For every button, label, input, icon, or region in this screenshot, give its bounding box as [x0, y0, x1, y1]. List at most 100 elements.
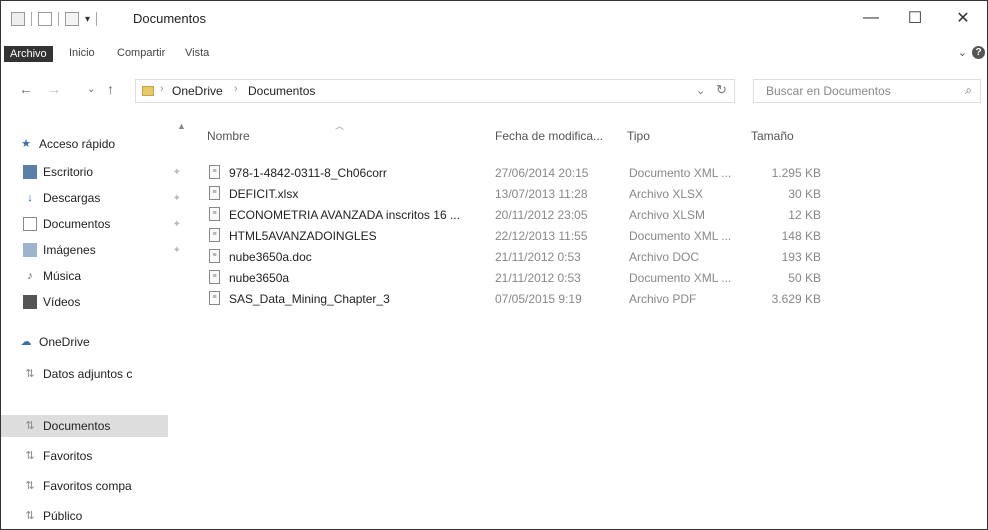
close-button[interactable]: ✕ [941, 5, 985, 31]
file-size: 193 KB [781, 250, 821, 264]
file-size: 12 KB [788, 208, 821, 222]
video-icon [23, 295, 37, 309]
column-header-name[interactable]: Nombre [207, 129, 250, 143]
sync-folder-icon: ⇅ [25, 368, 35, 380]
sidebar-item-descargas[interactable]: ↓ Descargas ✦ [23, 187, 181, 209]
file-type: Documento XML ... [629, 271, 732, 285]
pin-icon[interactable]: ✦ [173, 219, 181, 230]
back-arrow-icon[interactable]: ← [19, 81, 33, 97]
file-list: Nombre ︿ Fecha de modifica... Tipo Tamañ… [191, 119, 987, 529]
navigation-pane: ▲ ★ Acceso rápido Escritorio ✦ ↓ Descarg… [1, 119, 189, 529]
column-header-type[interactable]: Tipo [627, 129, 650, 143]
pin-icon[interactable]: ✦ [173, 245, 181, 256]
file-name: nube3650a [229, 271, 290, 285]
cloud-icon: ☁ [20, 336, 32, 348]
file-type: Documento XML ... [629, 166, 732, 180]
navigation-bar: ← → ⌄ ↑ › OneDrive › Documentos ⌄ ↻ Busc… [1, 71, 987, 111]
toolbar-divider [58, 12, 59, 26]
table-row[interactable]: ≡ nube3650a 21/11/2012 0:53 Documento XM… [203, 268, 823, 289]
file-name: 978-1-4842-0311-8_Ch06corr [229, 166, 387, 180]
sidebar-item-documentos[interactable]: ⇅ Documentos [1, 415, 168, 437]
desktop-icon [23, 165, 37, 179]
ribbon-tabs: Archivo Inicio Compartir Vista ⌄ ? [1, 37, 987, 67]
chevron-down-icon[interactable]: ⌄ [958, 46, 967, 59]
sync-folder-icon: ⇅ [25, 480, 35, 492]
spreadsheet-file-icon: ≡ [209, 207, 220, 221]
file-date: 13/07/2013 11:28 [495, 187, 588, 201]
column-header-size[interactable]: Tamaño [751, 129, 794, 143]
breadcrumb-documentos[interactable]: Documentos [248, 84, 315, 98]
table-row[interactable]: ≡ SAS_Data_Mining_Chapter_3 07/05/2015 9… [203, 289, 823, 310]
file-size: 148 KB [781, 229, 821, 243]
file-type: Archivo XLSM [629, 208, 706, 222]
breadcrumb-onedrive[interactable]: OneDrive [172, 84, 223, 98]
file-type: Archivo DOC [629, 250, 700, 264]
chevron-right-icon[interactable]: › [234, 83, 238, 95]
pdf-file-icon: ≡ [209, 291, 220, 305]
sidebar-item-favoritos-compartidos[interactable]: ⇅ Favoritos compa [23, 475, 181, 497]
tab-inicio[interactable]: Inicio [63, 45, 101, 61]
table-row[interactable]: ≡ DEFICIT.xlsx 13/07/2013 11:28 Archivo … [203, 184, 823, 205]
toolbar-divider [96, 12, 98, 26]
recent-locations-icon[interactable]: ⌄ [87, 84, 95, 95]
toolbar-divider [31, 12, 32, 26]
word-file-icon: ≡ [209, 249, 220, 263]
file-type: Documento XML ... [629, 229, 732, 243]
file-size: 50 KB [788, 271, 821, 285]
xml-file-icon: ≡ [209, 228, 220, 242]
properties-icon[interactable] [38, 12, 52, 26]
address-bar[interactable]: › OneDrive › Documentos ⌄ ↻ [135, 79, 735, 103]
sort-ascending-icon: ︿ [335, 121, 345, 131]
sidebar-item-musica[interactable]: ♪ Música [23, 265, 181, 287]
table-row[interactable]: ≡ HTML5AVANZADOINGLES 22/12/2013 11:55 D… [203, 226, 823, 247]
help-icon[interactable]: ? [972, 46, 985, 59]
file-date: 20/11/2012 23:05 [495, 208, 588, 222]
download-icon: ↓ [27, 192, 33, 204]
address-history-icon[interactable]: ⌄ [696, 84, 705, 97]
chevron-right-icon[interactable]: › [160, 83, 164, 95]
sidebar-item-imagenes[interactable]: Imágenes ✦ [23, 239, 181, 261]
scroll-up-icon[interactable]: ▲ [177, 121, 186, 131]
search-icon[interactable]: ⌕ [965, 83, 972, 98]
maximize-button[interactable]: ☐ [893, 5, 937, 31]
file-size: 30 KB [788, 187, 821, 201]
column-header-date[interactable]: Fecha de modifica... [495, 129, 603, 143]
table-row[interactable]: ≡ ECONOMETRIA AVANZADA inscritos 16 ... … [203, 205, 823, 226]
file-type: Archivo XLSX [629, 187, 704, 201]
up-arrow-icon[interactable]: ↑ [107, 81, 114, 97]
customize-toolbar-icon[interactable]: ▾ [85, 14, 90, 25]
pin-icon[interactable]: ✦ [173, 167, 181, 178]
xml-file-icon: ≡ [209, 270, 220, 284]
refresh-icon[interactable]: ↻ [716, 82, 727, 98]
tab-vista[interactable]: Vista [179, 45, 215, 61]
minimize-button[interactable]: — [849, 5, 893, 31]
table-row[interactable]: ≡ 978-1-4842-0311-8_Ch06corr 27/06/2014 … [203, 163, 823, 184]
file-date: 22/12/2013 11:55 [495, 229, 588, 243]
image-icon [23, 243, 37, 257]
sidebar-item-datos-adjuntos[interactable]: ⇅ Datos adjuntos c [23, 363, 181, 385]
star-icon: ★ [21, 138, 31, 150]
file-type: Archivo PDF [629, 292, 697, 306]
file-name: ECONOMETRIA AVANZADA inscritos 16 ... [229, 208, 460, 222]
sidebar-item-escritorio[interactable]: Escritorio ✦ [23, 161, 181, 183]
folder-app-icon [11, 12, 25, 26]
file-name: DEFICIT.xlsx [229, 187, 299, 201]
pin-icon[interactable]: ✦ [173, 193, 181, 204]
sidebar-item-publico[interactable]: ⇅ Público [23, 505, 181, 527]
new-folder-icon[interactable] [65, 12, 79, 26]
quick-access-toolbar: ▾ [11, 11, 103, 27]
file-date: 21/11/2012 0:53 [495, 250, 581, 264]
sidebar-item-onedrive[interactable]: ☁ OneDrive [19, 331, 177, 353]
sidebar-item-documentos-quick[interactable]: Documentos ✦ [23, 213, 181, 235]
tab-compartir[interactable]: Compartir [111, 45, 171, 61]
xml-file-icon: ≡ [209, 165, 220, 179]
table-row[interactable]: ≡ nube3650a.doc 21/11/2012 0:53 Archivo … [203, 247, 823, 268]
tab-archivo[interactable]: Archivo [4, 46, 53, 62]
sidebar-item-favoritos[interactable]: ⇅ Favoritos [23, 445, 181, 467]
sidebar-item-acceso-rapido[interactable]: ★ Acceso rápido [19, 133, 177, 155]
title-bar: ▾ Documentos — ☐ ✕ [1, 1, 987, 37]
sidebar-item-videos[interactable]: Vídeos [23, 291, 181, 313]
search-input[interactable]: Buscar en Documentos ⌕ [753, 79, 981, 103]
forward-arrow-icon[interactable]: → [47, 81, 61, 97]
search-placeholder: Buscar en Documentos [766, 84, 891, 98]
